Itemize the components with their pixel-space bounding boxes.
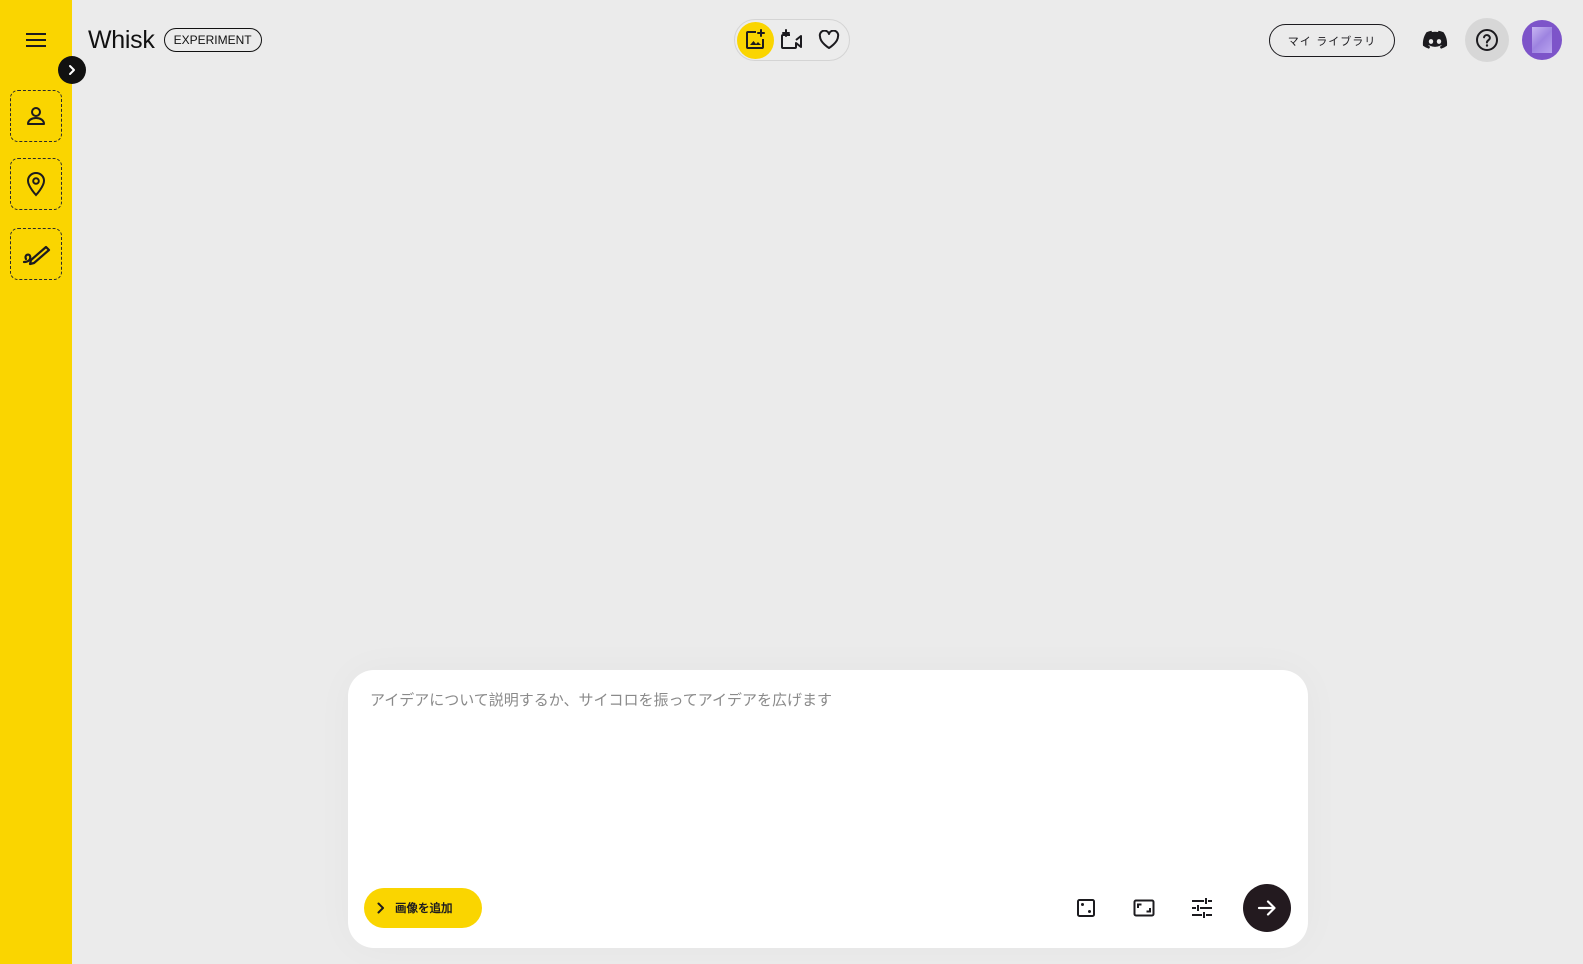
- brand: Whisk EXPERIMENT: [88, 24, 262, 56]
- brush-stroke-icon: [22, 245, 51, 266]
- prompt-input[interactable]: [370, 688, 1270, 868]
- discord-button[interactable]: [1413, 18, 1457, 62]
- avatar[interactable]: [1522, 20, 1562, 60]
- arrow-right-icon: [1257, 900, 1276, 916]
- tune-icon: [1192, 898, 1212, 918]
- favorites-mode-button[interactable]: [810, 22, 847, 59]
- send-button[interactable]: [1243, 884, 1291, 932]
- my-library-button[interactable]: マイ ライブラリ: [1269, 24, 1395, 57]
- video-mode-button[interactable]: [774, 22, 811, 59]
- chevron-right-icon: [377, 902, 384, 914]
- discord-icon: [1422, 30, 1448, 49]
- location-pin-icon: [26, 171, 46, 197]
- dice-icon: [1077, 899, 1095, 917]
- style-slot[interactable]: [10, 228, 62, 280]
- sidebar: [0, 0, 72, 964]
- random-prompt-button[interactable]: [1066, 888, 1106, 928]
- experiment-badge: EXPERIMENT: [163, 28, 262, 52]
- mode-switch: [734, 19, 850, 61]
- subject-slot[interactable]: [10, 90, 62, 142]
- add-photo-icon: [746, 29, 766, 49]
- help-button[interactable]: [1465, 18, 1509, 62]
- scene-slot[interactable]: [10, 158, 62, 210]
- help-circle-icon: [1476, 29, 1498, 51]
- add-image-label: 画像を追加: [395, 901, 453, 915]
- avatar-image: [1532, 27, 1552, 53]
- chevron-right-icon: [69, 65, 75, 75]
- image-mode-button[interactable]: [737, 21, 774, 59]
- menu-button[interactable]: [16, 20, 56, 60]
- prompt-composer: 画像を追加: [348, 670, 1308, 948]
- expand-sidebar-button[interactable]: [58, 56, 86, 84]
- video-sparkle-icon: [781, 29, 802, 49]
- person-icon: [27, 107, 45, 125]
- heart-icon: [818, 30, 839, 49]
- app-name[interactable]: Whisk: [88, 26, 155, 55]
- menu-icon: [26, 33, 46, 47]
- aspect-ratio-button[interactable]: [1124, 888, 1164, 928]
- aspect-ratio-icon: [1133, 899, 1155, 917]
- add-image-button[interactable]: 画像を追加: [364, 888, 482, 928]
- settings-button[interactable]: [1182, 888, 1222, 928]
